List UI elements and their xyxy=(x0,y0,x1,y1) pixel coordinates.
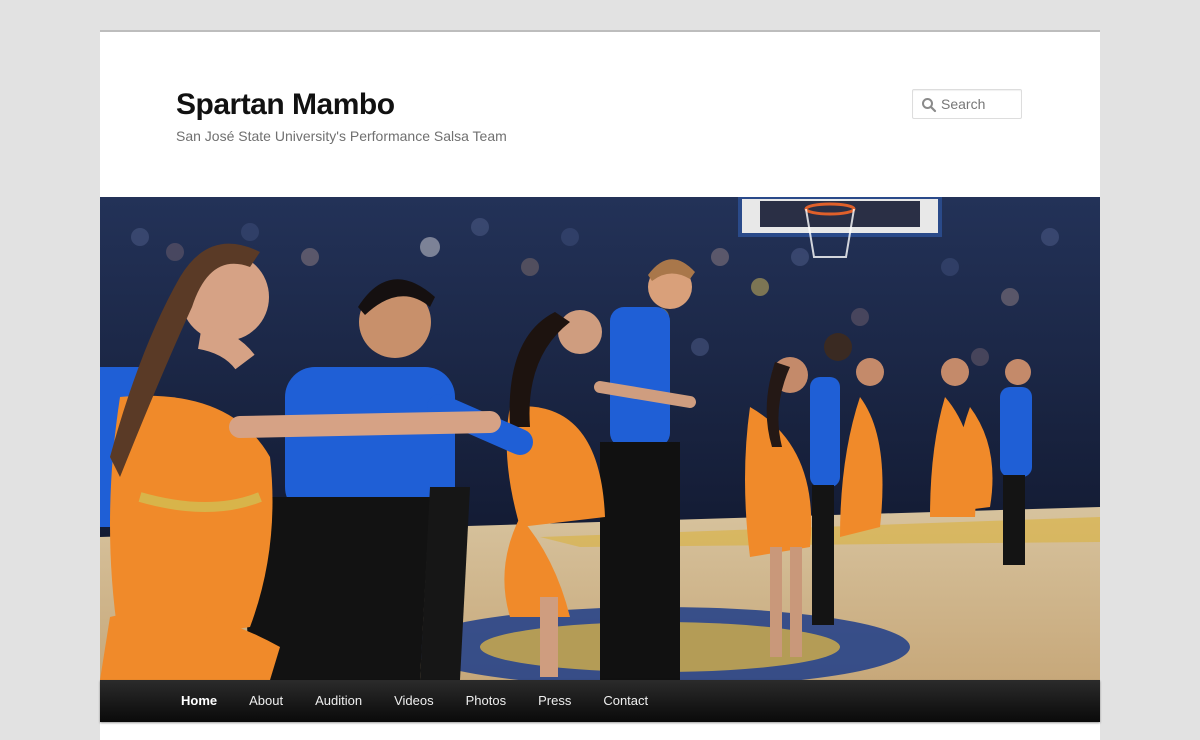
search-icon xyxy=(921,97,937,113)
nav-item-contact[interactable]: Contact xyxy=(587,680,664,722)
page-container: Spartan Mambo San José State University'… xyxy=(100,30,1100,740)
nav-item-home[interactable]: Home xyxy=(165,680,233,722)
nav-item-press[interactable]: Press xyxy=(522,680,587,722)
nav-menu: Home About Audition Videos Photos Press … xyxy=(100,680,1100,722)
site-description: San José State University's Performance … xyxy=(176,128,507,144)
nav-item-photos[interactable]: Photos xyxy=(450,680,522,722)
search-box[interactable] xyxy=(912,89,1022,119)
nav-item-videos[interactable]: Videos xyxy=(378,680,450,722)
header-image xyxy=(100,197,1100,680)
main-navigation: Home About Audition Videos Photos Press … xyxy=(100,680,1100,722)
search-input[interactable] xyxy=(941,90,1021,118)
nav-item-about[interactable]: About xyxy=(233,680,299,722)
site-title[interactable]: Spartan Mambo xyxy=(176,88,395,122)
nav-item-audition[interactable]: Audition xyxy=(299,680,378,722)
